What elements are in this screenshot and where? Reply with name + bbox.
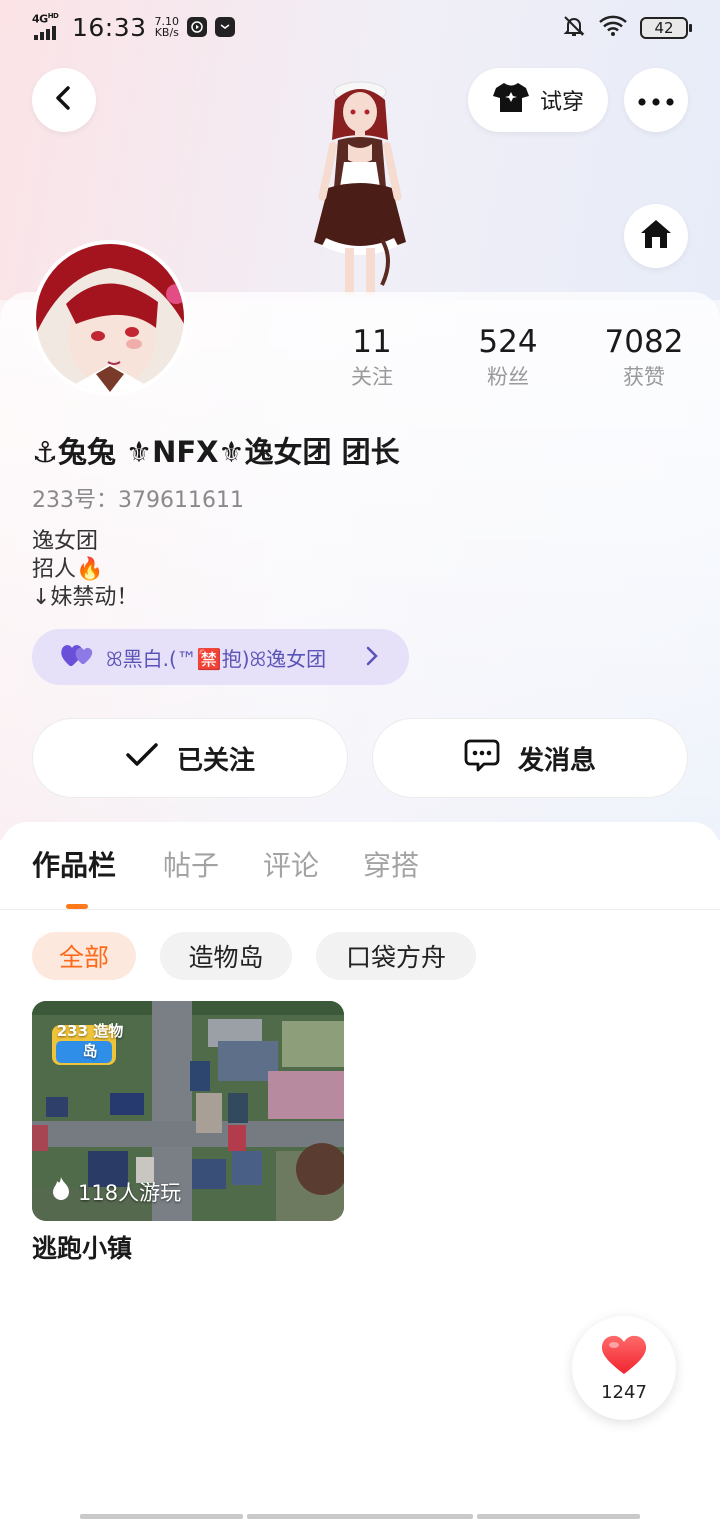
following-count: 11 (352, 324, 392, 360)
follow-label: 已关注 (176, 745, 255, 776)
follow-button[interactable]: 已关注 (32, 718, 348, 798)
bio: 逸女团 招人🔥 ↓妹禁动！ (32, 528, 138, 612)
gesture-bar (80, 1514, 640, 1519)
username: ⚓兔兔 ⚜NFX⚜逸女团 团长 (32, 435, 400, 469)
avatar-character-figure[interactable] (290, 70, 430, 295)
tab-indicator (66, 904, 88, 909)
filter-pocket-ark[interactable]: 口袋方舟 (316, 932, 476, 980)
message-label: 发消息 (517, 745, 596, 776)
message-button[interactable]: 发消息 (372, 718, 688, 798)
tshirt-icon (492, 80, 530, 120)
followers-label: 粉丝 (487, 365, 529, 389)
like-count: 1247 (601, 1381, 647, 1403)
play-count: 118人游玩 (50, 1176, 181, 1207)
tab-works[interactable]: 作品栏 (32, 848, 116, 884)
tab-posts[interactable]: 帖子 (163, 848, 219, 884)
play-count-text: 118人游玩 (78, 1180, 182, 1205)
heart-icon (600, 1334, 648, 1380)
following-label: 关注 (351, 365, 393, 389)
bio-line: 招人🔥 (32, 557, 104, 582)
back-button[interactable] (32, 68, 96, 132)
like-button[interactable]: 1247 (572, 1316, 676, 1420)
chevron-right-icon (365, 645, 379, 672)
tab-bar: 作品栏 帖子 评论 穿搭 (0, 822, 720, 910)
more-button[interactable] (624, 68, 688, 132)
tab-comments[interactable]: 评论 (263, 848, 319, 884)
home-button[interactable] (624, 204, 688, 268)
chevron-left-icon (52, 84, 76, 116)
tab-outfits[interactable]: 穿搭 (363, 848, 419, 884)
group-name: ꕤ黑白.(™🈲抱)ꕤ逸女团 (106, 646, 327, 671)
likes-stat[interactable]: 7082 获赞 (574, 322, 714, 392)
clock: 16:33 (72, 12, 147, 42)
likes-label: 获赞 (623, 365, 665, 389)
game-title[interactable]: 逃跑小镇 (32, 1232, 132, 1266)
checkmark-icon (125, 742, 159, 775)
more-dots-icon (638, 91, 674, 110)
mute-bell-icon (562, 14, 586, 42)
video-app-icon (187, 17, 208, 37)
bio-line: ↓妹禁动！ (32, 585, 139, 610)
filter-all[interactable]: 全部 (32, 932, 136, 980)
followers-stat[interactable]: 524 粉丝 (438, 322, 578, 392)
message-app-icon (215, 17, 236, 37)
home-icon (639, 218, 673, 254)
filter-creation-island[interactable]: 造物岛 (160, 932, 292, 980)
try-on-label: 试穿 (539, 90, 584, 115)
status-bar: 4GHD 16:33 7.10 KB/s 42 (0, 0, 720, 56)
game-badge: 233 造物岛 (56, 1022, 124, 1060)
flame-icon (50, 1176, 72, 1207)
chat-bubble-icon (464, 738, 500, 779)
signal-icon: 4GHD (32, 12, 64, 42)
game-card[interactable]: 233 造物岛 118人游玩 (32, 1001, 344, 1221)
group-link[interactable]: ꕤ黑白.(™🈲抱)ꕤ逸女团 (32, 629, 409, 685)
heart-pair-icon (60, 642, 94, 673)
battery-indicator: 42 (640, 17, 692, 39)
user-id[interactable]: 233号：379611611 (32, 486, 244, 516)
bio-line: 逸女团 (32, 529, 99, 554)
wifi-icon (598, 15, 628, 41)
likes-count: 7082 (604, 324, 684, 360)
profile-stats: 11 关注 524 粉丝 7082 获赞 (0, 322, 720, 402)
network-speed: 7.10 KB/s (154, 15, 180, 39)
followers-count: 524 (478, 324, 538, 360)
following-stat[interactable]: 11 关注 (302, 322, 442, 392)
try-on-button[interactable]: 试穿 (468, 68, 608, 132)
